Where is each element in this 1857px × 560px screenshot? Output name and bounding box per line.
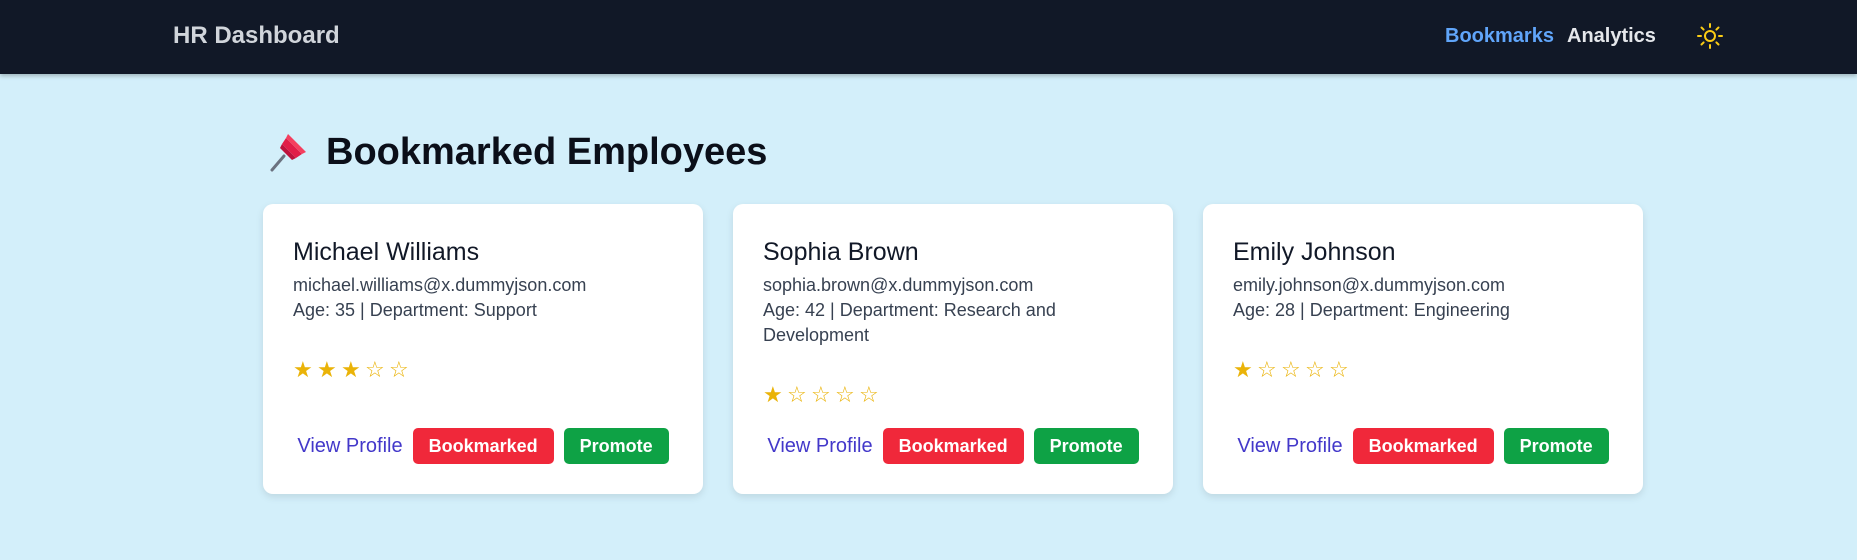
employee-card-list: Michael Williams michael.williams@x.dumm… <box>263 204 1643 494</box>
star-outline-icon: ☆ <box>811 382 835 407</box>
employee-name: Sophia Brown <box>763 238 919 266</box>
star-rating: ★★★☆☆ <box>293 357 673 383</box>
star-outline-icon: ☆ <box>1305 357 1329 382</box>
employee-name: Michael Williams <box>293 238 480 266</box>
star-outline-icon: ☆ <box>1281 357 1305 382</box>
star-filled-icon: ★ <box>341 357 365 382</box>
card-actions: View Profile Bookmarked Promote <box>293 428 673 464</box>
employee-card: Emily Johnson emily.johnson@x.dummyjson.… <box>1203 204 1643 494</box>
employee-name: Emily Johnson <box>1233 238 1396 266</box>
star-outline-icon: ☆ <box>365 357 389 382</box>
star-filled-icon: ★ <box>763 382 787 407</box>
view-profile-link[interactable]: View Profile <box>297 435 402 458</box>
pushpin-icon <box>270 134 306 172</box>
promote-button[interactable]: Promote <box>563 428 669 464</box>
employee-email: emily.johnson@x.dummyjson.com <box>1233 275 1506 295</box>
card-actions: View Profile Bookmarked Promote <box>1233 428 1613 464</box>
employee-meta: Age: 28 | Department: Engineering <box>1233 300 1510 320</box>
bookmarked-button[interactable]: Bookmarked <box>1352 428 1494 464</box>
employee-meta: Age: 42 | Department: Research and Devel… <box>763 300 1056 345</box>
employee-meta: Age: 35 | Department: Support <box>293 300 537 320</box>
star-outline-icon: ☆ <box>1329 357 1353 382</box>
star-outline-icon: ☆ <box>389 357 413 382</box>
employee-email: sophia.brown@x.dummyjson.com <box>763 275 1034 295</box>
sun-icon <box>1697 23 1723 49</box>
view-profile-link[interactable]: View Profile <box>767 435 872 458</box>
star-outline-icon: ☆ <box>835 382 859 407</box>
promote-button[interactable]: Promote <box>1503 428 1609 464</box>
bookmarked-button[interactable]: Bookmarked <box>412 428 554 464</box>
page-title: Bookmarked Employees <box>326 130 768 173</box>
employee-email: michael.williams@x.dummyjson.com <box>293 275 587 295</box>
star-rating: ★☆☆☆☆ <box>763 382 1143 408</box>
star-outline-icon: ☆ <box>1257 357 1281 382</box>
nav-link-analytics[interactable]: Analytics <box>1567 25 1656 48</box>
star-outline-icon: ☆ <box>787 382 811 407</box>
page-heading: Bookmarked Employees <box>266 130 767 174</box>
promote-button[interactable]: Promote <box>1033 428 1139 464</box>
card-actions: View Profile Bookmarked Promote <box>763 428 1143 464</box>
star-outline-icon: ☆ <box>859 382 883 407</box>
employee-card: Sophia Brown sophia.brown@x.dummyjson.co… <box>733 204 1173 494</box>
employee-card: Michael Williams michael.williams@x.dumm… <box>263 204 703 494</box>
view-profile-link[interactable]: View Profile <box>1237 435 1342 458</box>
top-navbar: HR Dashboard Bookmarks Analytics <box>0 0 1857 74</box>
theme-toggle-button[interactable] <box>1696 22 1724 50</box>
nav-link-bookmarks[interactable]: Bookmarks <box>1445 25 1554 48</box>
brand-title[interactable]: HR Dashboard <box>173 22 340 50</box>
bookmarked-button[interactable]: Bookmarked <box>882 428 1024 464</box>
star-filled-icon: ★ <box>317 357 341 382</box>
star-rating: ★☆☆☆☆ <box>1233 357 1613 383</box>
star-filled-icon: ★ <box>293 357 317 382</box>
star-filled-icon: ★ <box>1233 357 1257 382</box>
